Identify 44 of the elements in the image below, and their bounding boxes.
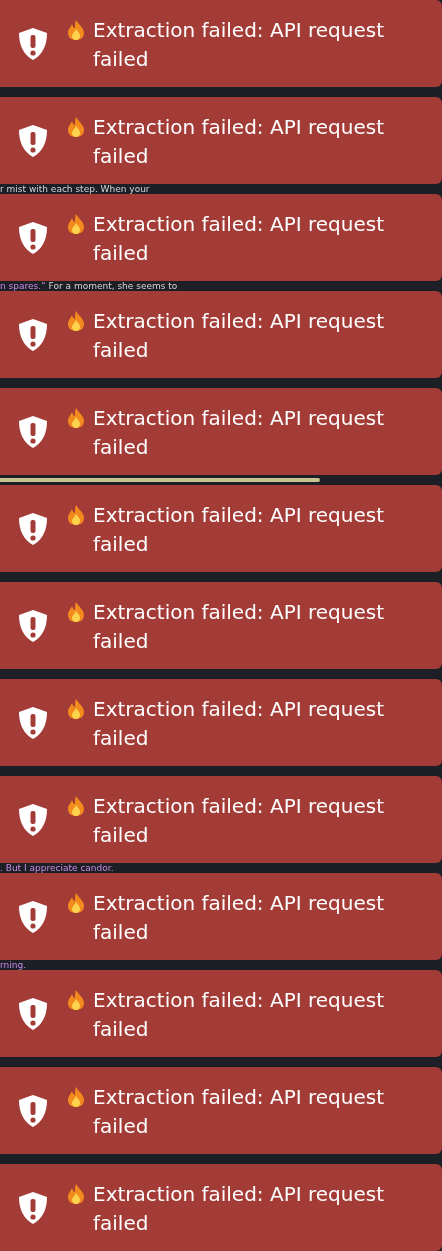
flame-icon	[67, 18, 85, 41]
toast-message: Extraction failed: API request failed	[93, 404, 385, 461]
toast-message: Extraction failed: API request failed	[93, 792, 385, 849]
toast-message: Extraction failed: API request failed	[93, 210, 385, 267]
toast-message: Extraction failed: API request failed	[93, 598, 385, 655]
toast-message: Extraction failed: API request failed	[93, 695, 385, 752]
story-text-fragment: n spares.”	[0, 281, 46, 291]
flame-icon	[67, 503, 85, 526]
toast-message: Extraction failed: API request failed	[93, 16, 385, 73]
story-text-fragment: For a moment, she seems to	[47, 281, 178, 291]
story-text-fragment: rning.	[0, 960, 27, 970]
flame-icon	[67, 212, 85, 235]
flame-icon	[67, 988, 85, 1011]
shield-alert-icon	[16, 1189, 50, 1226]
toast-message: Extraction failed: API request failed	[93, 889, 385, 946]
shield-alert-icon	[16, 316, 50, 353]
story-text-fragment: r mist with each step. When your	[0, 184, 150, 194]
toast-message: Extraction failed: API request failed	[93, 1180, 385, 1237]
shield-alert-icon	[16, 1092, 50, 1129]
flame-icon	[67, 309, 85, 332]
shield-alert-icon	[16, 898, 50, 935]
shield-alert-icon	[16, 122, 50, 159]
toast-message: Extraction failed: API request failed	[93, 1083, 385, 1140]
flame-icon	[67, 794, 85, 817]
shield-alert-icon	[16, 801, 50, 838]
toast-message: Extraction failed: API request failed	[93, 986, 385, 1043]
flame-icon	[67, 1182, 85, 1205]
toast-message: Extraction failed: API request failed	[93, 307, 385, 364]
toast-message: Extraction failed: API request failed	[93, 501, 385, 558]
flame-icon	[67, 600, 85, 623]
shield-alert-icon	[16, 25, 50, 62]
toast-message: Extraction failed: API request failed	[93, 113, 385, 170]
shield-alert-icon	[16, 704, 50, 741]
flame-icon	[67, 697, 85, 720]
flame-icon	[67, 1085, 85, 1108]
shield-alert-icon	[16, 219, 50, 256]
flame-icon	[67, 406, 85, 429]
flame-icon	[67, 891, 85, 914]
shield-alert-icon	[16, 995, 50, 1032]
shield-alert-icon	[16, 607, 50, 644]
flame-icon	[67, 115, 85, 138]
story-text-fragment: . But I appreciate candor.	[0, 863, 114, 873]
shield-alert-icon	[16, 413, 50, 450]
shield-alert-icon	[16, 510, 50, 547]
